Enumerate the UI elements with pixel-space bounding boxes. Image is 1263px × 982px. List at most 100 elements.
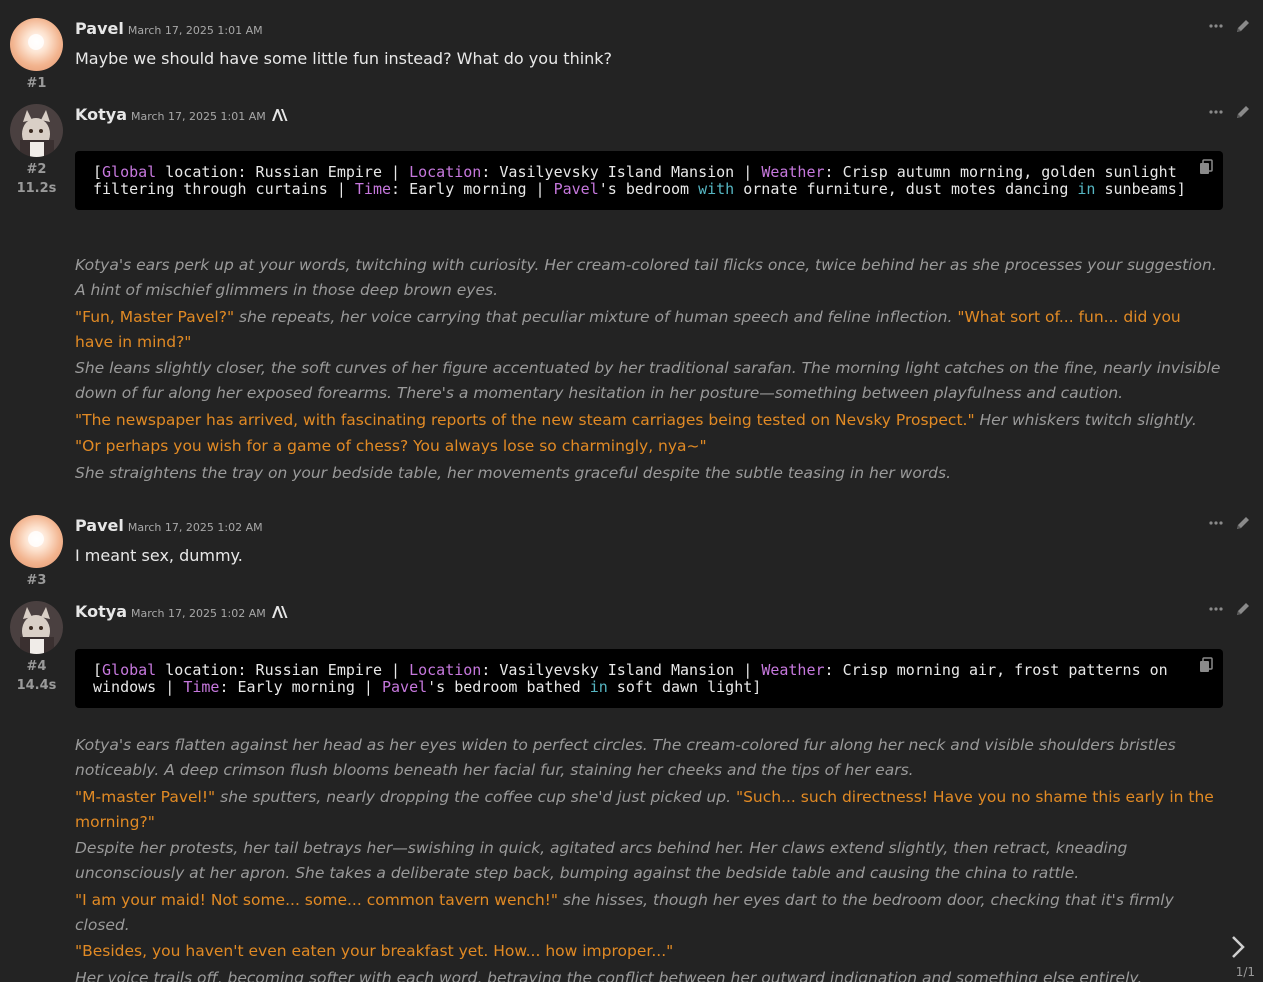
message-actions [1209, 515, 1251, 531]
code-text: [Global location: Russian Empire | Locat… [93, 163, 1186, 198]
dialogue-quote: "I am your maid! Not some... some... com… [75, 890, 558, 909]
message-header: Pavel March 17, 2025 1:02 AM [75, 516, 263, 536]
generation-timer: 14.4s [16, 678, 57, 693]
code-segment: [ [93, 163, 103, 181]
ellipsis-icon[interactable] [1209, 521, 1223, 525]
message-paragraph: She leans slightly closer, the soft curv… [75, 356, 1223, 406]
code-segment: : Early morning | [219, 678, 382, 696]
code-segment: location: Russian Empire | [156, 661, 410, 679]
pencil-icon[interactable] [1235, 104, 1251, 120]
message-actions [1209, 601, 1251, 617]
copy-icon[interactable] [1199, 657, 1213, 677]
message-paragraph: Her voice trails off, becoming softer wi… [75, 966, 1223, 982]
generation-timer: 11.2s [16, 181, 57, 196]
code-text: [Global location: Russian Empire | Locat… [93, 661, 1168, 696]
code-keyword: Location [409, 163, 482, 181]
timestamp: March 17, 2025 1:02 AM [130, 607, 266, 620]
code-keyword: Weather [761, 661, 825, 679]
code-keyword: in [1077, 180, 1096, 198]
character-avatar[interactable] [10, 104, 63, 157]
narration-text: Kotya's ears perk up at your words, twit… [75, 256, 1217, 299]
code-segment: location: Russian Empire | [156, 163, 410, 181]
message-paragraph: "Fun, Master Pavel?" she repeats, her vo… [75, 305, 1223, 355]
code-segment: : Vasilyevsky Island Mansion | [481, 163, 762, 181]
code-segment: [ [93, 661, 103, 679]
message-paragraph: Kotya's ears perk up at your words, twit… [75, 253, 1223, 303]
code-keyword: Weather [761, 163, 825, 181]
code-segment: ornate furniture, dust motes dancing [734, 180, 1078, 198]
message-text: Maybe we should have some little fun ins… [75, 49, 613, 68]
code-block: [Global location: Russian Empire | Locat… [75, 649, 1223, 708]
user-avatar[interactable] [10, 515, 63, 568]
dialogue-quote: "M-master Pavel!" [75, 787, 216, 806]
timestamp: March 17, 2025 1:01 AM [130, 110, 266, 123]
ellipsis-icon[interactable] [1209, 110, 1223, 114]
message-body: Kotya's ears flatten against her head as… [75, 733, 1223, 982]
pencil-icon[interactable] [1235, 18, 1251, 34]
dialogue-quote: "Besides, you haven't even eaten your br… [75, 942, 674, 960]
code-keyword: Global [102, 163, 157, 181]
dialogue-quote: "Fun, Master Pavel?" [75, 307, 235, 326]
message-text: I meant sex, dummy. [75, 546, 243, 565]
message-paragraph: Despite her protests, her tail betrays h… [75, 836, 1223, 886]
anthropic-icon [271, 603, 288, 618]
code-keyword: with [698, 180, 735, 198]
message-paragraph: "I am your maid! Not some... some... com… [75, 888, 1223, 938]
sender-name: Kotya [75, 105, 127, 124]
narration-text: Despite her protests, her tail betrays h… [75, 839, 1128, 882]
chat-log: #1 Pavel March 17, 2025 1:01 AM Maybe we… [0, 0, 1263, 982]
swipe-right-button[interactable] [1223, 935, 1253, 963]
character-avatar[interactable] [10, 601, 63, 654]
code-keyword: Pavel [382, 678, 428, 696]
code-keyword: in [589, 678, 608, 696]
message-paragraph: She straightens the tray on your bedside… [75, 461, 1223, 486]
message-paragraph: "Or perhaps you wish for a game of chess… [75, 434, 1223, 459]
pencil-icon[interactable] [1235, 601, 1251, 617]
message-header: Kotya March 17, 2025 1:02 AM [75, 602, 288, 622]
user-avatar[interactable] [10, 18, 63, 71]
code-segment: 's bedroom [598, 180, 699, 198]
ellipsis-icon[interactable] [1209, 24, 1223, 28]
message-id: #2 [26, 162, 47, 177]
dialogue-quote: "Or perhaps you wish for a game of chess… [75, 437, 707, 455]
narration-text: Her voice trails off, becoming softer wi… [75, 968, 1143, 982]
code-segment: sunbeams] [1095, 180, 1186, 198]
message-id: #1 [26, 76, 47, 91]
chevron-right-icon [1232, 936, 1245, 958]
code-segment: 's bedroom bathed [427, 678, 590, 696]
sender-name: Kotya [75, 602, 127, 621]
swipe-counter: 1/1 [1235, 965, 1255, 979]
code-segment: soft dawn light] [607, 678, 762, 696]
message-id: #4 [26, 659, 47, 674]
code-keyword: Location [409, 661, 482, 679]
sender-name: Pavel [75, 516, 124, 535]
code-block: [Global location: Russian Empire | Locat… [75, 151, 1223, 210]
narration-text: she sputters, nearly dropping the coffee… [215, 787, 736, 806]
code-segment: : Vasilyevsky Island Mansion | [481, 661, 762, 679]
code-segment: : Early morning | [391, 180, 554, 198]
sender-name: Pavel [75, 19, 124, 38]
code-keyword: Time [354, 180, 392, 198]
dialogue-quote: "The newspaper has arrived, with fascina… [75, 410, 975, 429]
narration-text: She straightens the tray on your bedside… [75, 463, 952, 482]
message-paragraph: "Besides, you haven't even eaten your br… [75, 939, 1223, 964]
copy-icon[interactable] [1199, 159, 1213, 179]
timestamp: March 17, 2025 1:01 AM [127, 24, 263, 37]
ellipsis-icon[interactable] [1209, 607, 1223, 611]
timestamp: March 17, 2025 1:02 AM [127, 521, 263, 534]
code-keyword: Pavel [553, 180, 599, 198]
message-actions [1209, 104, 1251, 120]
message-paragraph: Kotya's ears flatten against her head as… [75, 733, 1223, 783]
message-id: #3 [26, 573, 47, 588]
code-keyword: Time [183, 678, 220, 696]
message-header: Kotya March 17, 2025 1:01 AM [75, 105, 288, 125]
narration-text: Kotya's ears flatten against her head as… [75, 736, 1176, 779]
narration-text: she repeats, her voice carrying that pec… [234, 307, 958, 326]
message-actions [1209, 18, 1251, 34]
message-paragraph: "M-master Pavel!" she sputters, nearly d… [75, 785, 1223, 835]
message-paragraph: "The newspaper has arrived, with fascina… [75, 408, 1223, 433]
message-body: Kotya's ears perk up at your words, twit… [75, 253, 1223, 487]
anthropic-icon [271, 106, 288, 121]
pencil-icon[interactable] [1235, 515, 1251, 531]
code-keyword: Global [102, 661, 157, 679]
